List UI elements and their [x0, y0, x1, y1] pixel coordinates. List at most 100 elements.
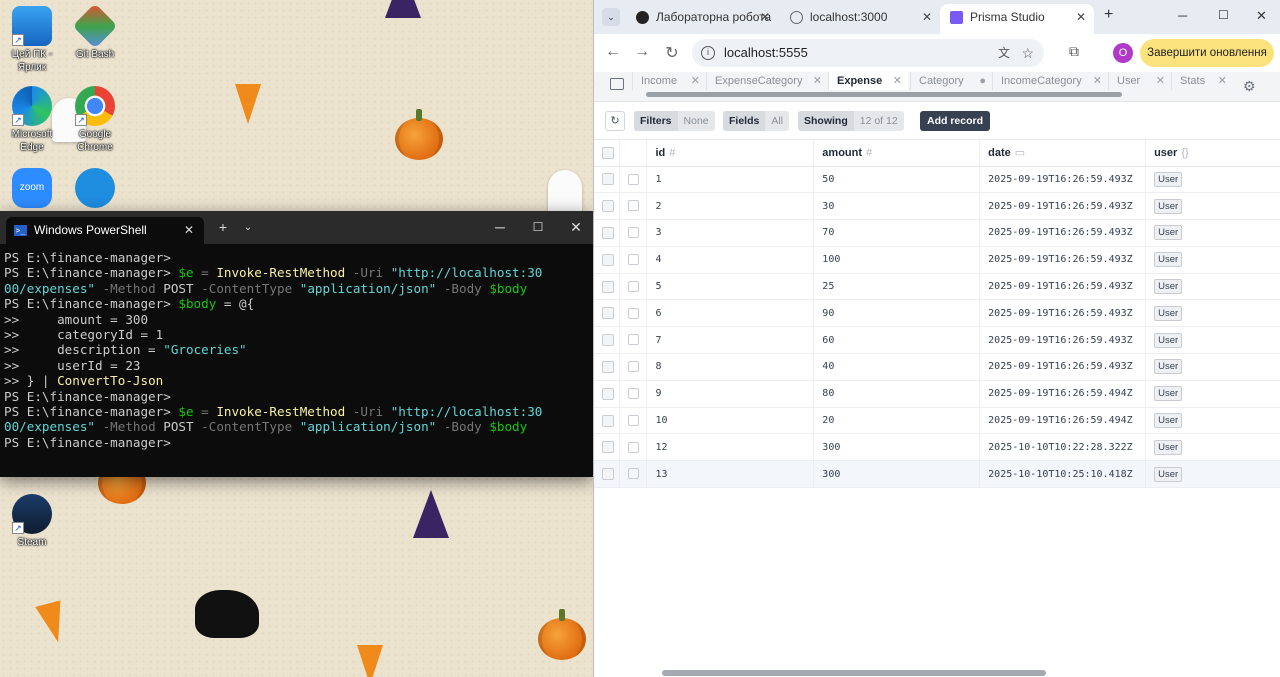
bookmark-star-icon[interactable]: ☆	[1021, 39, 1034, 67]
tab-localhost-3000[interactable]: localhost:3000 ✕	[780, 4, 940, 34]
expand-row-icon[interactable]	[628, 307, 640, 319]
cell-date[interactable]: 2025-10-10T10:22:28.322Z	[979, 433, 1147, 462]
expand-row-icon[interactable]	[628, 227, 640, 239]
desktop-icon-git-bash[interactable]: Git Bash	[63, 3, 127, 61]
row-open-cell[interactable]	[619, 407, 648, 435]
row-checkbox[interactable]	[602, 387, 614, 400]
column-header-amount[interactable]: amount #	[813, 140, 981, 167]
cell-user[interactable]: User	[1145, 433, 1280, 462]
cell-user[interactable]: User	[1145, 273, 1280, 301]
user-relation-link[interactable]: User	[1154, 466, 1183, 482]
row-open-cell[interactable]	[619, 299, 648, 328]
cell-amount[interactable]: 300	[813, 433, 981, 462]
tab-category[interactable]: Category ●	[910, 72, 992, 90]
expand-row-icon[interactable]	[628, 280, 640, 292]
tab-lab-work[interactable]: Лабораторна робота ✕	[626, 4, 778, 34]
cell-id[interactable]: 1	[646, 166, 815, 194]
expand-row-icon[interactable]	[628, 468, 640, 480]
expand-row-icon[interactable]	[628, 254, 640, 266]
row-select-cell[interactable]	[594, 192, 621, 221]
column-header-id[interactable]: id #	[646, 140, 815, 167]
close-tab-icon[interactable]: ✕	[1076, 4, 1086, 30]
tab-expense[interactable]: Expense ✕	[828, 72, 908, 90]
table-row[interactable]: 9 80 2025-09-19T16:26:59.494Z User	[594, 380, 1280, 408]
cell-date[interactable]: 2025-09-19T16:26:59.494Z	[979, 380, 1147, 408]
cell-amount[interactable]: 30	[813, 192, 981, 221]
cell-user[interactable]: User	[1145, 407, 1280, 435]
user-relation-link[interactable]: User	[1154, 332, 1183, 348]
extensions-icon[interactable]: ⧉	[1069, 43, 1079, 60]
cell-user[interactable]: User	[1145, 166, 1280, 194]
desktop-icon-zoom[interactable]: zoom	[0, 168, 64, 208]
gear-icon[interactable]: ⚙	[1243, 78, 1256, 95]
cell-date[interactable]: 2025-09-19T16:26:59.493Z	[979, 219, 1147, 247]
desktop-icon-chrome[interactable]: ↗ Google Chrome	[63, 86, 127, 154]
cell-user[interactable]: User	[1145, 380, 1280, 408]
tab-prisma-studio[interactable]: Prisma Studio ✕	[940, 4, 1094, 34]
tab-scrollbar[interactable]	[646, 92, 1122, 97]
desktop-icon-app[interactable]	[63, 168, 127, 208]
cell-id[interactable]: 8	[646, 353, 815, 381]
desktop-icon-this-pc[interactable]: ↗ Цей ПК - Ярлик	[0, 6, 64, 74]
row-select-cell[interactable]	[594, 433, 621, 462]
address-bar[interactable]: i localhost:5555 ⽂ ☆	[692, 39, 1044, 67]
row-open-cell[interactable]	[619, 433, 648, 462]
cell-date[interactable]: 2025-09-19T16:26:59.493Z	[979, 353, 1147, 381]
cell-date[interactable]: 2025-09-19T16:26:59.493Z	[979, 192, 1147, 221]
desktop-icon-edge[interactable]: ↗ Microsoft Edge	[0, 86, 64, 154]
row-open-cell[interactable]	[619, 380, 648, 408]
cell-user[interactable]: User	[1145, 192, 1280, 221]
user-relation-link[interactable]: User	[1154, 386, 1183, 402]
table-row[interactable]: 8 40 2025-09-19T16:26:59.493Z User	[594, 353, 1280, 381]
cell-id[interactable]: 2	[646, 192, 815, 221]
maximize-button[interactable]: ☐	[1218, 8, 1229, 22]
cell-id[interactable]: 5	[646, 273, 815, 301]
cell-user[interactable]: User	[1145, 299, 1280, 328]
cell-amount[interactable]: 70	[813, 219, 981, 247]
cell-amount[interactable]: 25	[813, 273, 981, 301]
cell-id[interactable]: 10	[646, 407, 815, 435]
row-select-cell[interactable]	[594, 219, 621, 247]
row-open-cell[interactable]	[619, 246, 648, 274]
row-checkbox[interactable]	[602, 334, 614, 347]
table-row[interactable]: 10 20 2025-09-19T16:26:59.494Z User	[594, 407, 1280, 435]
cell-id[interactable]: 12	[646, 433, 815, 462]
cell-user[interactable]: User	[1145, 460, 1280, 489]
cell-amount[interactable]: 50	[813, 166, 981, 194]
table-row[interactable]: 4 100 2025-09-19T16:26:59.493Z User	[594, 246, 1280, 274]
maximize-button[interactable]: ☐	[518, 211, 558, 244]
row-checkbox[interactable]	[602, 226, 614, 239]
desktop-icon-steam[interactable]: ↗ Steam	[0, 494, 64, 549]
forward-arrow-icon[interactable]: →	[632, 43, 652, 61]
cell-id[interactable]: 3	[646, 219, 815, 247]
profile-avatar[interactable]: O	[1113, 43, 1133, 63]
user-relation-link[interactable]: User	[1154, 252, 1183, 268]
cell-amount[interactable]: 100	[813, 246, 981, 274]
refresh-button[interactable]: ↻	[605, 111, 625, 131]
row-select-cell[interactable]	[594, 407, 621, 435]
expand-row-icon[interactable]	[628, 388, 640, 400]
row-checkbox[interactable]	[602, 360, 614, 373]
close-window-button[interactable]: ✕	[1256, 8, 1267, 24]
table-row[interactable]: 7 60 2025-09-19T16:26:59.493Z User	[594, 326, 1280, 355]
expand-row-icon[interactable]	[628, 441, 640, 453]
select-all-checkbox[interactable]	[602, 146, 614, 159]
expand-row-icon[interactable]	[628, 361, 640, 373]
cell-date[interactable]: 2025-09-19T16:26:59.493Z	[979, 273, 1147, 301]
cell-amount[interactable]: 60	[813, 326, 981, 355]
table-row[interactable]: 1 50 2025-09-19T16:26:59.493Z User	[594, 166, 1280, 194]
row-open-cell[interactable]	[619, 166, 648, 194]
expand-row-icon[interactable]	[628, 334, 640, 346]
row-checkbox[interactable]	[602, 173, 614, 186]
user-relation-link[interactable]: User	[1154, 279, 1183, 295]
cell-date[interactable]: 2025-09-19T16:26:59.493Z	[979, 166, 1147, 194]
user-relation-link[interactable]: User	[1154, 225, 1183, 241]
tab-stats[interactable]: Stats ✕	[1171, 72, 1233, 90]
reload-icon[interactable]: ↻	[662, 43, 682, 63]
row-open-cell[interactable]	[619, 460, 648, 489]
row-select-cell[interactable]	[594, 380, 621, 408]
cell-user[interactable]: User	[1145, 219, 1280, 247]
terminal-titlebar[interactable]: >_ Windows PowerShell ✕ + ⌄ ─ ☐ ✕	[0, 211, 593, 244]
expand-row-icon[interactable]	[628, 200, 640, 212]
table-row[interactable]: 2 30 2025-09-19T16:26:59.493Z User	[594, 192, 1280, 221]
